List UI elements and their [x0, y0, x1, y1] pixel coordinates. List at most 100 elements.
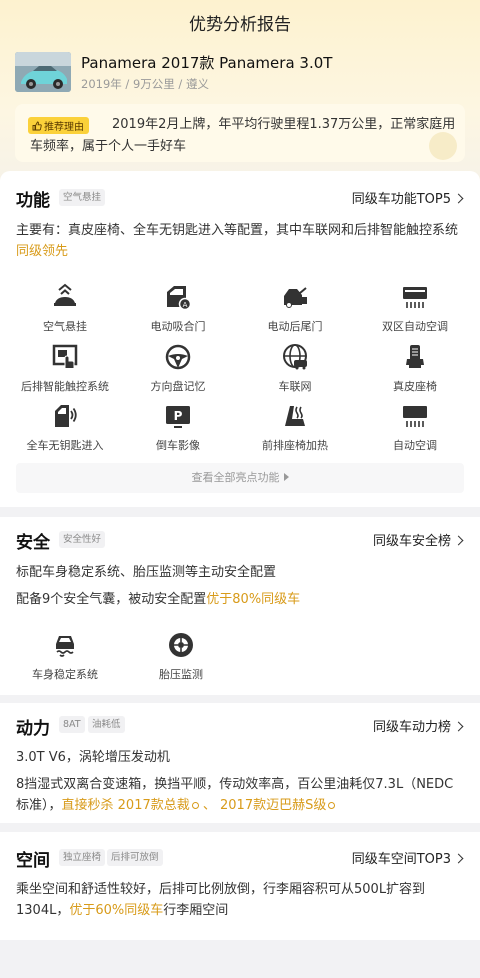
steering-memory-icon [165, 344, 191, 370]
search-icon [328, 802, 336, 809]
safety-item[interactable]: 胎压监测 [121, 631, 241, 682]
safety-rank-label: 同级车安全榜 [372, 534, 451, 549]
feature-item[interactable]: 方向盘记忆 [118, 343, 238, 394]
power-tailgate-icon [284, 287, 307, 308]
chevron-right-icon [453, 193, 464, 203]
feature-label: 后排智能触控系统 [21, 380, 109, 393]
reverse-camera-icon: P [166, 406, 190, 428]
compare-link-president[interactable]: 直接秒杀 2017款总裁 [62, 798, 199, 813]
power-rank-link[interactable]: 同级车动力榜 [372, 716, 464, 735]
seat-heating-icon [285, 406, 305, 426]
link-separator: 、 [198, 798, 220, 813]
features-desc-text: 主要有：真皮座椅、全车无钥匙进入等配置，其中车联网和后排智能触控系统 [16, 223, 459, 238]
safety-rank-link[interactable]: 同级车安全榜 [372, 530, 464, 549]
svg-text:A: A [183, 301, 188, 309]
feature-item[interactable]: 真皮座椅 [355, 343, 475, 394]
leather-seat-icon [406, 345, 424, 368]
features-rank-label: 同级车功能TOP5 [351, 192, 451, 207]
space-desc-highlight: 优于60%同级车 [69, 903, 164, 918]
soft-close-door-icon: A [167, 286, 192, 311]
features-description: 主要有：真皮座椅、全车无钥匙进入等配置，其中车联网和后排智能触控系统同级领先 [16, 220, 464, 262]
space-section: 空间 独立座椅 后排可放倒 同级车空间TOP3 乘坐空间和舒适性较好，后排可比例… [0, 832, 480, 940]
power-tag-transmission: 8AT [59, 716, 85, 733]
space-desc-tail: 行李厢空间 [163, 903, 229, 918]
features-desc-highlight: 同级领先 [16, 244, 69, 259]
feature-item[interactable]: 电动后尾门 [235, 283, 355, 334]
feature-label: 电动后尾门 [267, 320, 323, 333]
chevron-right-icon [453, 853, 464, 863]
feature-label: 自动空调 [393, 439, 437, 452]
feature-label: 真皮座椅 [393, 380, 437, 393]
auto-ac-icon [403, 406, 427, 427]
view-all-features-button[interactable]: 查看全部亮点功能 [16, 463, 464, 493]
feature-label: 全车无钥匙进入 [26, 439, 104, 452]
feature-item[interactable]: 空气悬挂 [5, 283, 125, 334]
safety-line1: 标配车身稳定系统、胎压监测等主动安全配置 [16, 565, 277, 580]
compare-link-maybach-label: 2017款迈巴赫S级 [220, 798, 327, 813]
feature-label: 车联网 [278, 380, 312, 393]
safety-line2-highlight: 优于80%同级车 [206, 592, 301, 607]
safety-label: 胎压监测 [159, 668, 203, 681]
features-rank-link[interactable]: 同级车功能TOP5 [351, 188, 464, 207]
power-rank-label: 同级车动力榜 [372, 720, 451, 735]
svg-text:P: P [174, 409, 183, 423]
view-all-label: 查看全部亮点功能 [191, 471, 280, 484]
triangle-right-icon [283, 473, 289, 481]
feature-item[interactable]: A 电动吸合门 [118, 283, 238, 334]
keyless-entry-icon [55, 405, 77, 427]
feature-item[interactable]: 全车无钥匙进入 [5, 402, 125, 453]
page-title: 优势分析报告 [189, 15, 291, 35]
safety-line2: 配备9个安全气囊，被动安全配置优于80%同级车 [16, 589, 464, 610]
features-section: 功能 空气悬挂 同级车功能TOP5 主要有：真皮座椅、全车无钥匙进入等配置，其中… [0, 171, 480, 507]
stability-control-icon [56, 636, 74, 657]
features-tag: 空气悬挂 [59, 189, 106, 206]
feature-item[interactable]: 后排智能触控系统 [5, 343, 125, 394]
thumbs-up-icon [32, 121, 42, 130]
feature-item[interactable]: 双区自动空调 [355, 283, 475, 334]
safety-line2-text: 配备9个安全气囊，被动安全配置 [16, 592, 207, 607]
recommend-reason-text: 2019年2月上牌，年平均行驶里程1.37万公里，正常家庭用车频率，属于个人一手… [30, 117, 456, 154]
compare-link-president-label: 直接秒杀 2017款总裁 [61, 798, 190, 813]
feature-label: 空气悬挂 [43, 320, 87, 333]
air-suspension-icon [54, 283, 76, 306]
safety-item[interactable]: 车身稳定系统 [5, 631, 125, 682]
feature-label: 前排座椅加热 [262, 439, 328, 452]
badge-label: 推荐理由 [44, 122, 84, 133]
car-meta: 2019年 / 9万公里 / 遵义 [81, 77, 209, 91]
safety-label: 车身稳定系统 [32, 668, 98, 681]
recommend-reason-card: 2019年2月上牌，年平均行驶里程1.37万公里，正常家庭用车频率，属于个人一手… [15, 104, 465, 162]
tire-pressure-icon [169, 633, 193, 657]
space-title: 空间 [16, 851, 50, 871]
recommend-reason-badge: 推荐理由 [28, 117, 89, 134]
connected-car-icon [283, 344, 307, 370]
chevron-right-icon [453, 535, 464, 545]
features-title: 功能 [16, 191, 50, 211]
car-title: Panamera 2017款 Panamera 3.0T [81, 54, 333, 72]
power-title: 动力 [16, 719, 50, 739]
feature-item[interactable]: P 倒车影像 [118, 402, 238, 453]
space-tag-fold: 后排可放倒 [107, 849, 163, 866]
power-section: 动力 8AT 油耗低 同级车动力榜 3.0T V6，涡轮增压发动机 8挡湿式双离… [0, 703, 480, 823]
car-thumbnail[interactable] [15, 52, 71, 92]
feature-label: 倒车影像 [156, 439, 200, 452]
chevron-right-icon [453, 721, 464, 731]
power-line2: 8挡湿式双离合变速箱，换挡平顺，传动效率高，百公里油耗仅7.3L（NEDC标准）… [16, 774, 464, 816]
feature-label: 电动吸合门 [150, 320, 206, 333]
space-rank-link[interactable]: 同级车空间TOP3 [351, 848, 464, 867]
feature-item[interactable]: 自动空调 [355, 402, 475, 453]
feature-label: 方向盘记忆 [150, 380, 206, 393]
space-rank-label: 同级车空间TOP3 [351, 852, 451, 867]
safety-section: 安全 安全性好 同级车安全榜 标配车身稳定系统、胎压监测等主动安全配置 配备9个… [0, 517, 480, 695]
feature-label: 双区自动空调 [382, 320, 448, 333]
dual-zone-ac-icon [403, 287, 427, 308]
feature-item[interactable]: 前排座椅加热 [235, 402, 355, 453]
car-photo-icon [15, 52, 71, 92]
space-description: 乘坐空间和舒适性较好，后排可比例放倒，行李厢容积可从500L扩容到1304L，优… [16, 879, 464, 921]
feature-item[interactable]: 车联网 [235, 343, 355, 394]
rear-touch-control-icon [52, 344, 78, 368]
power-line1: 3.0T V6，涡轮增压发动机 [16, 750, 170, 765]
safety-tag: 安全性好 [59, 531, 106, 548]
space-tag-seat: 独立座椅 [59, 849, 106, 866]
compare-link-maybach[interactable]: 2017款迈巴赫S级 [220, 798, 336, 813]
search-icon [191, 802, 199, 809]
